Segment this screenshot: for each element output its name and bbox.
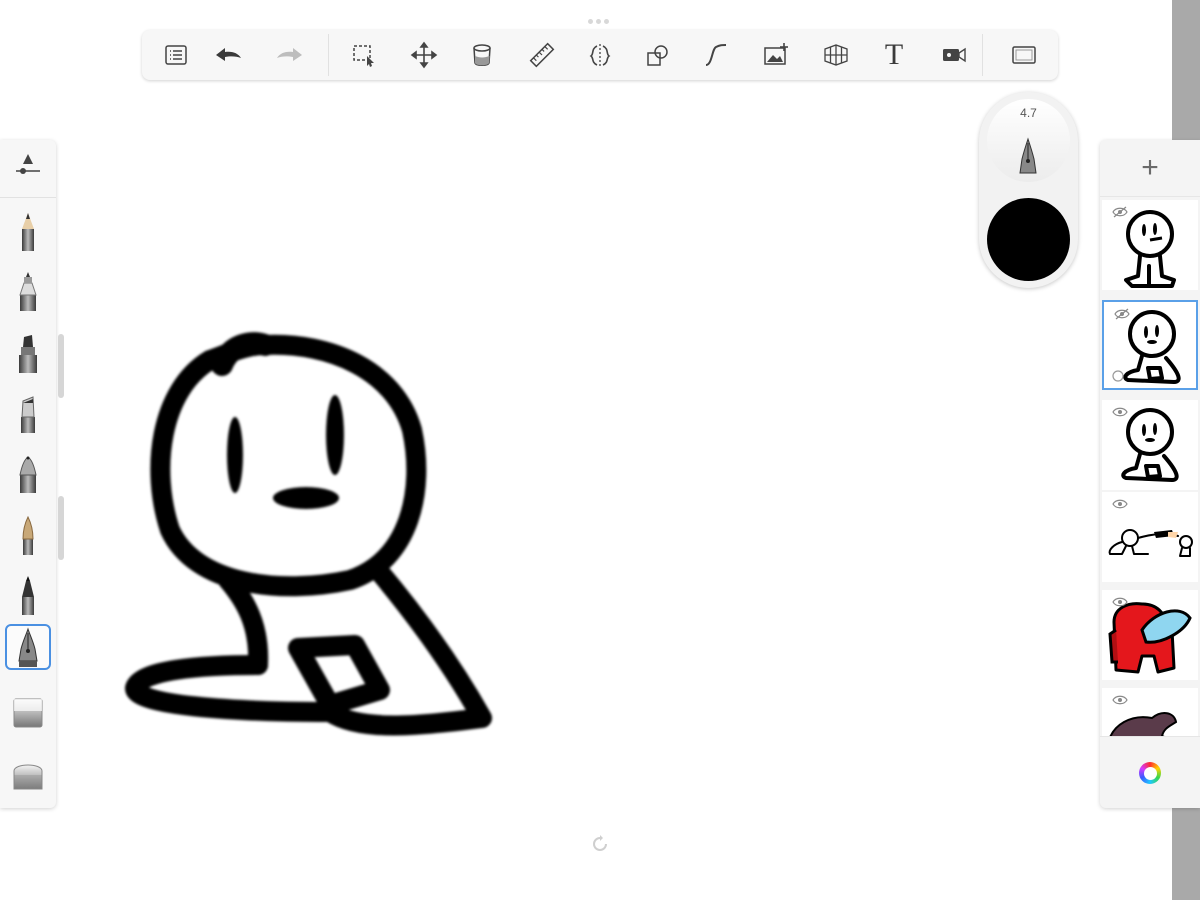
redo-icon[interactable] <box>270 35 310 75</box>
ink-pen-icon <box>1019 137 1037 174</box>
loading-icon <box>593 835 607 851</box>
perspective-icon[interactable] <box>816 35 856 75</box>
airbrush-icon[interactable] <box>5 572 51 618</box>
brush-settings-icon[interactable] <box>5 148 51 188</box>
color-wheel-icon[interactable] <box>1139 762 1161 784</box>
brush-palette-divider <box>0 197 56 198</box>
brush-palette-handle[interactable] <box>58 334 64 398</box>
fill-bucket-icon[interactable] <box>462 35 502 75</box>
hidden-eye-icon[interactable] <box>1112 206 1128 218</box>
list-icon[interactable] <box>156 35 196 75</box>
layer-list[interactable] <box>1100 196 1200 736</box>
text-icon[interactable]: T <box>874 35 914 75</box>
add-image-icon[interactable] <box>756 35 796 75</box>
hidden-eye-icon[interactable] <box>1114 308 1130 320</box>
paintbrush-icon[interactable] <box>5 512 51 558</box>
selection-icon[interactable] <box>344 35 384 75</box>
brush-palette <box>0 140 56 808</box>
record-icon[interactable] <box>934 35 974 75</box>
ballpoint-pen-icon[interactable] <box>5 268 51 314</box>
layers-panel: + <box>1100 140 1200 808</box>
color-swatch[interactable] <box>987 198 1070 281</box>
shapes-icon[interactable] <box>638 35 678 75</box>
transform-icon[interactable] <box>404 35 444 75</box>
layers-footer <box>1100 736 1200 809</box>
brush-size-value: 4.7 <box>1020 106 1037 120</box>
toolbar-divider <box>982 34 983 76</box>
top-toolbar: T <box>142 30 1058 80</box>
layer-item[interactable] <box>1102 688 1198 736</box>
layer-item[interactable] <box>1102 400 1198 490</box>
eye-icon[interactable] <box>1112 694 1128 706</box>
toolbar-divider <box>328 34 329 76</box>
canvas-drawing[interactable] <box>0 0 1100 900</box>
add-layer-button[interactable]: + <box>1100 140 1200 197</box>
layer-item[interactable] <box>1102 492 1198 582</box>
layer-item[interactable] <box>1102 200 1198 290</box>
eye-icon[interactable] <box>1112 498 1128 510</box>
brush-puck[interactable]: 4.7 <box>979 92 1078 288</box>
ink-pen-icon[interactable] <box>5 624 51 670</box>
eye-icon[interactable] <box>1112 406 1128 418</box>
layer-item[interactable] <box>1102 590 1198 680</box>
eraser-icon[interactable] <box>5 750 51 796</box>
fineliner-icon[interactable] <box>5 450 51 496</box>
undo-icon[interactable] <box>208 35 248 75</box>
brush-palette-handle[interactable] <box>58 496 64 560</box>
pencil-icon[interactable] <box>5 208 51 254</box>
eye-icon[interactable] <box>1112 596 1128 608</box>
marker-icon[interactable] <box>5 330 51 376</box>
fullscreen-icon[interactable] <box>1004 35 1044 75</box>
felt-tip-icon[interactable] <box>5 390 51 436</box>
multitasking-dots[interactable] <box>588 11 614 24</box>
smudge-icon[interactable] <box>5 688 51 734</box>
symmetry-icon[interactable] <box>580 35 620 75</box>
ruler-icon[interactable] <box>522 35 562 75</box>
text-tool-label: T <box>884 38 904 71</box>
curve-icon[interactable] <box>696 35 736 75</box>
layer-item[interactable] <box>1102 300 1198 390</box>
